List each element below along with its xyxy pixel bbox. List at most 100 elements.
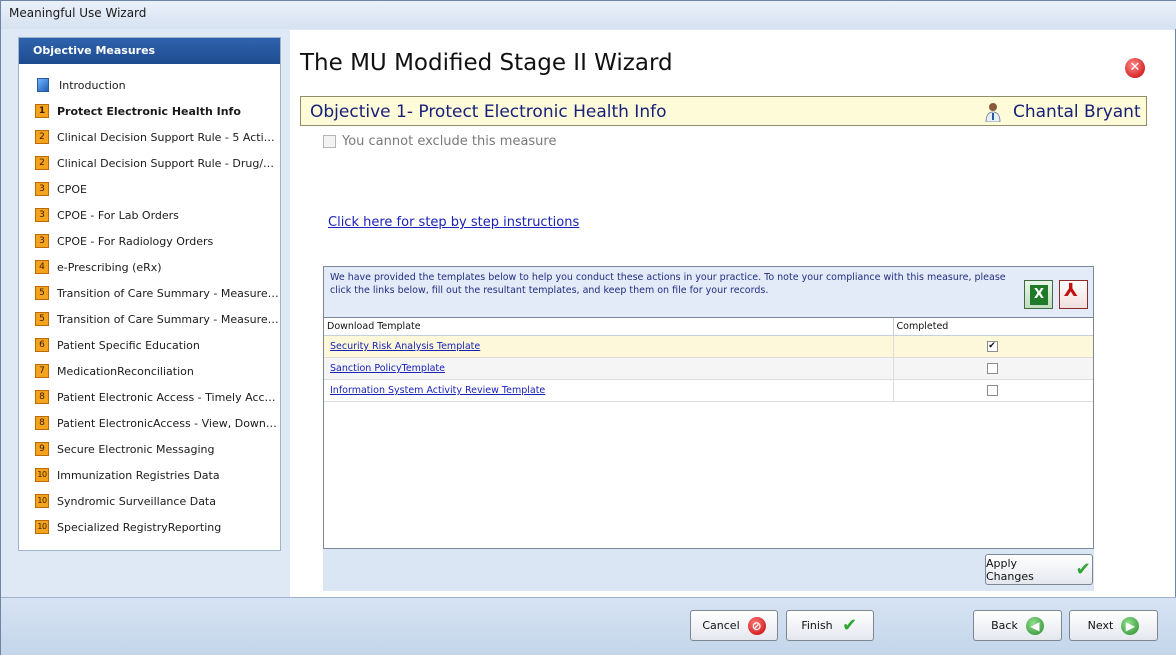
sidebar-item-label: Patient ElectronicAccess - View, Downlo.…: [57, 416, 279, 430]
sidebar-item[interactable]: 10 Specialized RegistryReporting: [19, 514, 280, 540]
sidebar-item[interactable]: 10 Immunization Registries Data: [19, 462, 280, 488]
step-number-badge: 10: [35, 494, 49, 508]
finish-button[interactable]: Finish ✔: [786, 610, 874, 641]
completed-checkbox[interactable]: [986, 385, 998, 396]
template-note: We have provided the templates below to …: [324, 267, 1093, 317]
exclude-measure-row: You cannot exclude this measure: [323, 134, 556, 149]
close-icon[interactable]: ✕: [1125, 58, 1145, 78]
user-icon: [985, 103, 1001, 122]
objective-title: Objective 1- Protect Electronic Health I…: [310, 102, 667, 122]
next-button[interactable]: Next ▶: [1069, 610, 1158, 641]
sidebar-item[interactable]: 6 Patient Specific Education: [19, 332, 280, 358]
back-label: Back: [991, 619, 1018, 632]
step-number-badge: 2: [35, 130, 49, 144]
wizard-window: Meaningful Use Wizard Objective Measures…: [0, 0, 1176, 655]
template-cell: Security Risk Analysis Template: [324, 335, 893, 358]
step-instructions-link[interactable]: Click here for step by step instructions: [328, 215, 579, 230]
template-link[interactable]: Security Risk Analysis Template: [330, 341, 480, 352]
sidebar-item[interactable]: Introduction: [19, 72, 280, 98]
completed-checkbox[interactable]: ✔: [986, 341, 998, 352]
apply-area: Apply Changes ✔: [323, 549, 1094, 591]
sidebar-item-label: Introduction: [59, 78, 126, 92]
template-cell: Information System Activity Review Templ…: [324, 379, 893, 402]
cancel-button[interactable]: Cancel ⊘: [690, 610, 778, 641]
template-cell: Sanction PolicyTemplate: [324, 357, 893, 380]
step-number-badge: 10: [35, 520, 49, 534]
completed-checkbox[interactable]: [986, 363, 998, 374]
table-row[interactable]: Sanction PolicyTemplate: [324, 357, 1093, 380]
sidebar-item-label: Syndromic Surveillance Data: [57, 494, 216, 508]
column-header-download-template: Download Template: [324, 317, 893, 336]
sidebar-item-label: CPOE: [57, 182, 87, 196]
sidebar-item-label: Secure Electronic Messaging: [57, 442, 215, 456]
sidebar-item-label: CPOE - For Radiology Orders: [57, 234, 214, 248]
check-icon: ✔: [1075, 558, 1091, 580]
sidebar-item[interactable]: 4 e-Prescribing (eRx): [19, 254, 280, 280]
document-icon: [37, 78, 49, 92]
objective-list: Introduction 1 Protect Electronic Health I…: [19, 64, 280, 540]
table-row[interactable]: Security Risk Analysis Template ✔: [324, 335, 1093, 358]
next-label: Next: [1087, 619, 1114, 632]
completed-cell: [892, 379, 1093, 402]
sidebar-item[interactable]: 5 Transition of Care Summary - Measure 2:…: [19, 306, 280, 332]
sidebar-item[interactable]: 2 Clinical Decision Support Rule - Drug/D…: [19, 150, 280, 176]
step-number-badge: 5: [35, 312, 49, 326]
sidebar-item-label: Immunization Registries Data: [57, 468, 220, 482]
step-number-badge: 8: [35, 390, 49, 404]
cancel-label: Cancel: [702, 619, 740, 632]
template-box: We have provided the templates below to …: [323, 266, 1094, 549]
sidebar-item-label: MedicationReconciliation: [57, 364, 194, 378]
apply-changes-label: Apply Changes: [986, 556, 1034, 583]
template-note-text: We have provided the templates below to …: [330, 272, 1006, 296]
exclude-measure-label: You cannot exclude this measure: [342, 134, 557, 149]
main-panel: The MU Modified Stage II Wizard ✕ Object…: [290, 30, 1175, 597]
step-number-badge: 6: [35, 338, 49, 352]
template-link[interactable]: Information System Activity Review Templ…: [330, 385, 545, 396]
sidebar-item[interactable]: 1 Protect Electronic Health Info: [19, 98, 280, 124]
sidebar-item-label: Protect Electronic Health Info: [57, 104, 241, 118]
template-link[interactable]: Sanction PolicyTemplate: [330, 363, 445, 374]
exclude-measure-checkbox[interactable]: [323, 135, 336, 148]
sidebar-item-label: Clinical Decision Support Rule - 5 Activ…: [57, 130, 279, 144]
step-number-badge: 9: [35, 442, 49, 456]
objective-measures-header: Objective Measures: [19, 38, 280, 64]
table-row[interactable]: Information System Activity Review Templ…: [324, 379, 1093, 402]
objective-measures-panel: Objective Measures Introduction 1 Protect …: [18, 37, 281, 551]
footer-bar: Cancel ⊘ Finish ✔ Back ◀ Next ▶: [1, 597, 1176, 655]
sidebar-item-label: Specialized RegistryReporting: [57, 520, 222, 534]
sidebar-item[interactable]: 3 CPOE: [19, 176, 280, 202]
completed-cell: ✔: [892, 335, 1093, 358]
sidebar-item[interactable]: 2 Clinical Decision Support Rule - 5 Acti…: [19, 124, 280, 150]
apply-changes-button[interactable]: Apply Changes ✔: [985, 554, 1093, 585]
sidebar-item[interactable]: 3 CPOE - For Lab Orders: [19, 202, 280, 228]
check-icon: ✔: [842, 614, 858, 636]
step-number-badge: 1: [35, 104, 49, 118]
cancel-icon: ⊘: [747, 616, 766, 635]
templates-table: Download Template Completed Security Ris…: [324, 317, 1093, 402]
back-arrow-icon: ◀: [1025, 616, 1044, 635]
window-title: Meaningful Use Wizard: [9, 6, 147, 20]
sidebar-item-label: Clinical Decision Support Rule - Drug/Dr…: [57, 156, 279, 170]
step-number-badge: 8: [35, 416, 49, 430]
step-number-badge: 7: [35, 364, 49, 378]
sidebar-item[interactable]: 7 MedicationReconciliation: [19, 358, 280, 384]
completed-cell: [892, 357, 1093, 380]
sidebar-item-label: Patient Specific Education: [57, 338, 200, 352]
pdf-export-icon[interactable]: ⅄: [1059, 280, 1088, 309]
step-number-badge: 3: [35, 234, 49, 248]
step-number-badge: 4: [35, 260, 49, 274]
objective-bar: Objective 1- Protect Electronic Health I…: [300, 96, 1147, 126]
sidebar-item[interactable]: 3 CPOE - For Radiology Orders: [19, 228, 280, 254]
next-arrow-icon: ▶: [1121, 616, 1140, 635]
sidebar-item[interactable]: 10 Syndromic Surveillance Data: [19, 488, 280, 514]
back-button[interactable]: Back ◀: [973, 610, 1062, 641]
step-number-badge: 5: [35, 286, 49, 300]
sidebar-item[interactable]: 8 Patient Electronic Access - Timely Acce…: [19, 384, 280, 410]
step-number-badge: 2: [35, 156, 49, 170]
wizard-title: The MU Modified Stage II Wizard: [300, 50, 673, 76]
title-bar: Meaningful Use Wizard: [1, 1, 1176, 29]
excel-export-icon[interactable]: X: [1024, 280, 1053, 309]
sidebar-item[interactable]: 9 Secure Electronic Messaging: [19, 436, 280, 462]
sidebar-item[interactable]: 8 Patient ElectronicAccess - View, Downlo…: [19, 410, 280, 436]
sidebar-item[interactable]: 5 Transition of Care Summary - Measure 1:…: [19, 280, 280, 306]
